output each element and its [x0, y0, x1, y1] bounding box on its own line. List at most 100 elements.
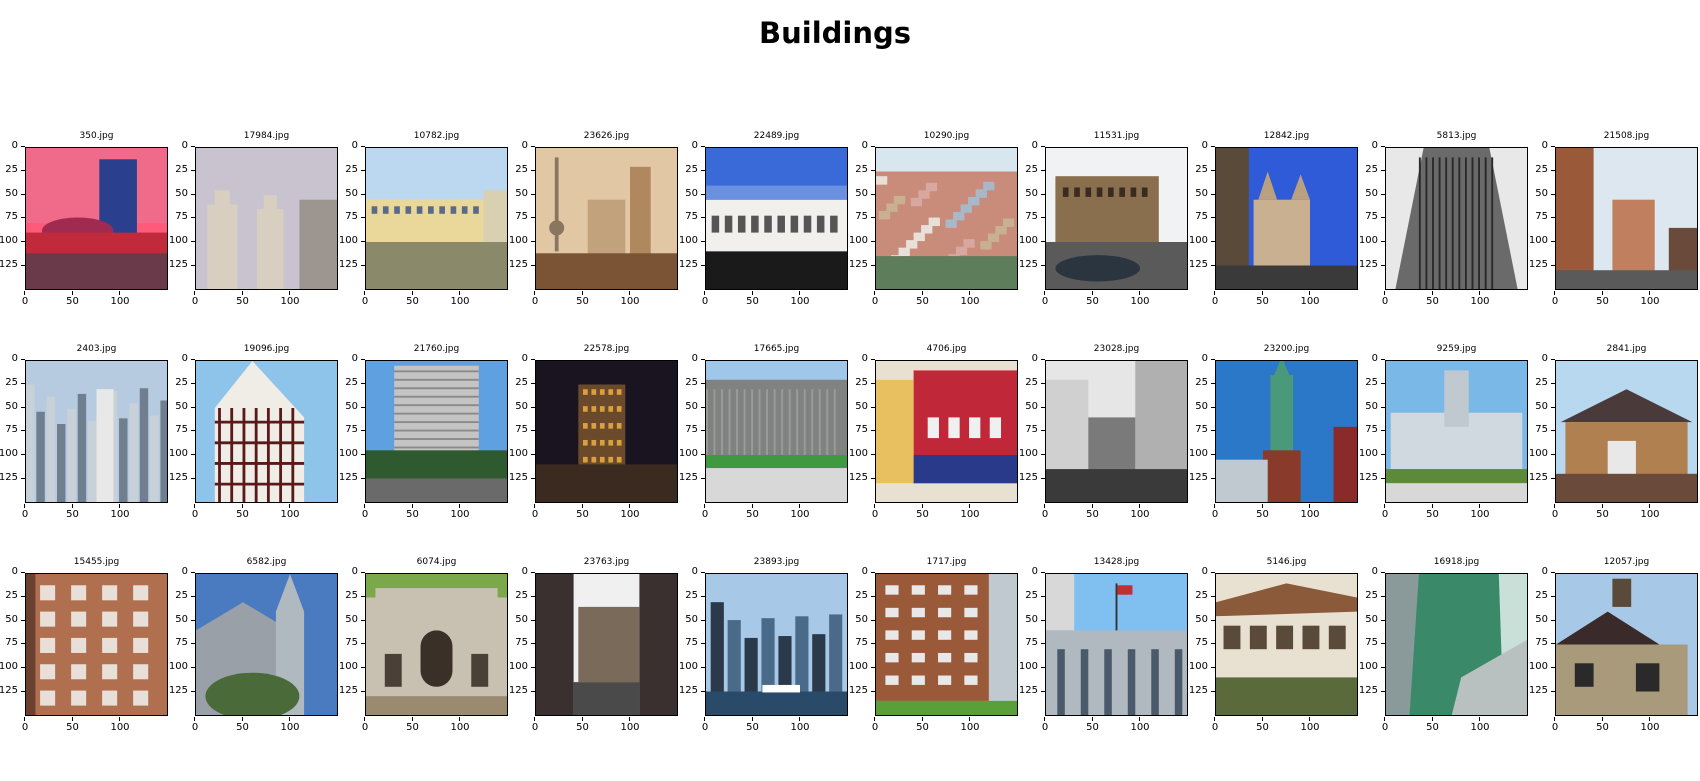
image-filename: 22489.jpg — [753, 131, 800, 141]
building-photo — [1386, 574, 1527, 715]
y-tick-label: 50 — [334, 401, 365, 412]
y-tick-label: 125 — [844, 259, 875, 270]
y-tick-label: 25 — [0, 590, 25, 601]
x-tick-label: 0 — [180, 717, 210, 733]
x-tick-label: 0 — [350, 291, 380, 307]
image-thumbnail — [25, 360, 168, 503]
y-tick-label: 50 — [164, 401, 195, 412]
y-tick-label: 100 — [504, 235, 535, 246]
image-filename: 19096.jpg — [243, 344, 290, 354]
y-tick-label: 25 — [504, 590, 535, 601]
y-tick-label: 125 — [0, 259, 25, 270]
y-tick-label: 125 — [504, 259, 535, 270]
x-tick-label: 0 — [1370, 504, 1400, 520]
x-tick-label: 0 — [180, 291, 210, 307]
image-thumbnail — [1385, 147, 1528, 290]
x-tick-label: 50 — [1588, 504, 1618, 520]
x-tick-label: 100 — [275, 717, 305, 733]
y-tick-label: 0 — [844, 140, 875, 151]
image-thumbnail — [875, 360, 1018, 503]
y-tick-label: 75 — [1014, 211, 1045, 222]
y-tick-label: 100 — [1524, 448, 1555, 459]
y-tick-label: 50 — [164, 188, 195, 199]
x-tick-label: 100 — [1125, 717, 1155, 733]
y-tick-label: 25 — [1354, 377, 1385, 388]
y-tick-label: 50 — [674, 614, 705, 625]
building-photo — [536, 361, 677, 502]
y-tick-label: 0 — [674, 140, 705, 151]
x-tick-label: 0 — [10, 717, 40, 733]
y-tick-label: 75 — [0, 211, 25, 222]
x-tick-label: 50 — [908, 717, 938, 733]
y-tick-label: 125 — [334, 472, 365, 483]
y-tick-label: 75 — [1184, 211, 1215, 222]
y-tick-label: 100 — [164, 235, 195, 246]
image-thumbnail — [1555, 360, 1698, 503]
y-tick-label: 75 — [0, 637, 25, 648]
y-tick-label: 50 — [1014, 401, 1045, 412]
image-filename: 23200.jpg — [1263, 344, 1310, 354]
y-tick-label: 25 — [1524, 164, 1555, 175]
y-tick-label: 50 — [1354, 614, 1385, 625]
y-tick-label: 125 — [1014, 685, 1045, 696]
y-tick-label: 75 — [844, 211, 875, 222]
x-tick-label: 0 — [1200, 717, 1230, 733]
y-tick-label: 75 — [164, 637, 195, 648]
y-tick-label: 75 — [334, 211, 365, 222]
y-tick-label: 50 — [674, 188, 705, 199]
image-filename: 5146.jpg — [1266, 557, 1307, 567]
image-thumbnail — [535, 360, 678, 503]
image-filename: 17665.jpg — [753, 344, 800, 354]
y-tick-label: 50 — [1014, 614, 1045, 625]
y-tick-label: 25 — [334, 164, 365, 175]
image-filename: 11531.jpg — [1093, 131, 1140, 141]
x-tick-label: 100 — [1465, 504, 1495, 520]
y-tick-label: 0 — [1014, 566, 1045, 577]
y-tick-label: 100 — [844, 448, 875, 459]
building-photo — [706, 148, 847, 289]
y-tick-label: 75 — [1524, 211, 1555, 222]
image-filename: 6074.jpg — [416, 557, 457, 567]
y-tick-label: 0 — [1524, 566, 1555, 577]
building-photo — [1556, 574, 1697, 715]
y-tick-label: 125 — [1354, 685, 1385, 696]
x-tick-label: 50 — [1418, 717, 1448, 733]
x-tick-label: 50 — [1078, 291, 1108, 307]
y-tick-label: 100 — [674, 235, 705, 246]
image-filename: 6582.jpg — [246, 557, 287, 567]
image-filename: 2403.jpg — [76, 344, 117, 354]
image-filename: 13428.jpg — [1093, 557, 1140, 567]
x-tick-label: 0 — [350, 504, 380, 520]
y-tick-label: 75 — [844, 424, 875, 435]
x-tick-label: 0 — [1540, 717, 1570, 733]
x-tick-label: 0 — [1030, 717, 1060, 733]
x-tick-label: 100 — [785, 717, 815, 733]
y-tick-label: 100 — [1184, 235, 1215, 246]
image-filename: 22578.jpg — [583, 344, 630, 354]
y-tick-label: 100 — [674, 661, 705, 672]
x-tick-label: 50 — [398, 291, 428, 307]
building-photo — [26, 148, 167, 289]
y-tick-label: 25 — [1014, 590, 1045, 601]
x-tick-label: 100 — [615, 717, 645, 733]
y-tick-label: 50 — [334, 614, 365, 625]
y-tick-label: 25 — [1184, 590, 1215, 601]
y-tick-label: 50 — [1524, 401, 1555, 412]
x-tick-label: 100 — [615, 504, 645, 520]
x-tick-label: 50 — [1248, 504, 1278, 520]
y-tick-label: 100 — [1014, 661, 1045, 672]
y-tick-label: 0 — [1014, 353, 1045, 364]
x-tick-label: 0 — [1030, 504, 1060, 520]
y-tick-label: 0 — [674, 353, 705, 364]
y-tick-label: 75 — [1354, 424, 1385, 435]
y-tick-label: 50 — [504, 614, 535, 625]
x-tick-label: 100 — [105, 504, 135, 520]
y-tick-label: 25 — [1014, 377, 1045, 388]
y-tick-label: 75 — [1354, 211, 1385, 222]
y-tick-label: 0 — [1184, 140, 1215, 151]
y-tick-label: 75 — [844, 637, 875, 648]
image-filename: 4706.jpg — [926, 344, 967, 354]
image-filename: 350.jpg — [79, 131, 114, 141]
x-tick-label: 0 — [1540, 291, 1570, 307]
y-tick-label: 75 — [334, 424, 365, 435]
